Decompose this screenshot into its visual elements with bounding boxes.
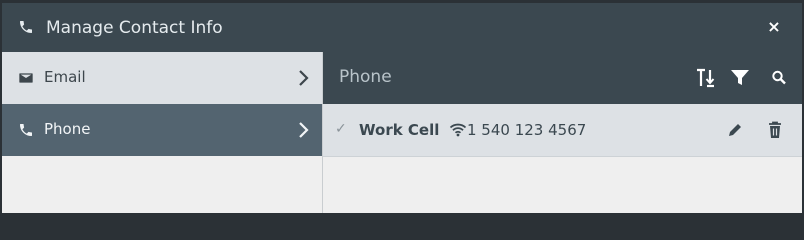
dialog-titlebar: Manage Contact Info × [2, 3, 802, 52]
sidebar-item-label: Email [44, 68, 86, 86]
panel-header: Phone [323, 52, 802, 104]
contact-type-sidebar: Email Phone [2, 52, 323, 213]
chevron-right-icon [299, 122, 309, 138]
dialog-title: Manage Contact Info [46, 18, 223, 38]
phone-entry-number: 1 540 123 4567 [467, 121, 587, 139]
trash-icon[interactable] [767, 121, 783, 139]
edit-icon[interactable] [726, 121, 744, 139]
sort-icon[interactable] [695, 68, 717, 88]
manage-contact-info-dialog: Manage Contact Info × Email Phone Phone … [2, 3, 802, 213]
wifi-icon [449, 123, 467, 137]
sidebar-item-email[interactable]: Email [2, 52, 322, 104]
search-icon[interactable] [771, 68, 787, 88]
envelope-icon [19, 73, 33, 83]
phone-entry-row[interactable]: ✓ Work Cell 1 540 123 4567 [323, 104, 802, 157]
phone-panel: Phone ✓ Work Cell 1 540 123 4567 [323, 52, 802, 213]
phone-icon [20, 21, 32, 33]
filter-icon[interactable] [729, 68, 751, 88]
phone-icon [20, 124, 32, 136]
check-icon: ✓ [335, 121, 347, 137]
sidebar-item-label: Phone [44, 120, 91, 138]
close-icon: × [767, 17, 781, 36]
phone-entry-name: Work Cell [359, 121, 440, 139]
panel-title: Phone [339, 67, 392, 87]
sidebar-item-phone[interactable]: Phone [2, 104, 322, 156]
chevron-right-icon [299, 70, 309, 86]
close-button[interactable]: × [764, 16, 784, 38]
